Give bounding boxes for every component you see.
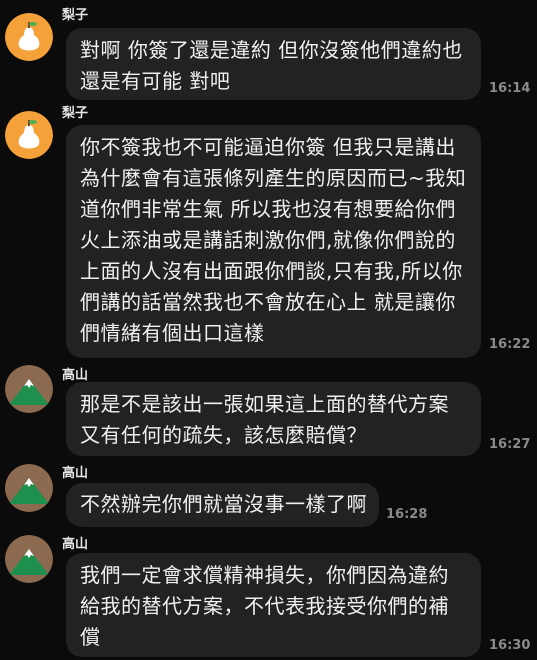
pear-avatar-icon[interactable] [5,13,53,61]
message-text: 又有任何的疏失，該怎麼賠償？ [80,423,367,447]
message-text: 道你們非常生氣 所以我也沒有想要給你們 [80,197,456,221]
message-text: 我們一定會求償精神損失，你們因為違約 [80,563,449,587]
sender-name: 梨子 [62,8,89,23]
message-text: 們情緒有個出口這樣 [80,321,265,345]
message-text: 們講的話當然我也不會放在心上 就是讓你 [80,290,456,314]
sender-name: 高山 [62,466,89,481]
message-text: 償 [80,625,101,649]
sender-name: 梨子 [62,106,89,121]
pear-avatar-icon[interactable] [5,111,53,159]
message-timestamp: 16:30 [489,638,531,653]
message-bubble[interactable]: 我們一定會求償精神損失，你們因為違約 給我的替代方案，不代表我接受你們的補 償 [66,553,481,657]
message-text: 對啊 你簽了還是違約 但你沒簽他們違約也 [80,38,463,62]
message-bubble[interactable]: 對啊 你簽了還是違約 但你沒簽他們違約也 還是有可能 對吧 [66,28,481,100]
message-timestamp: 16:28 [386,507,428,522]
mountain-avatar-icon[interactable] [5,535,53,583]
mountain-avatar-icon[interactable] [5,464,53,512]
message-text: 不然辦完你們就當沒事一樣了啊 [80,492,367,516]
message-text: 火上添油或是講話刺激你們,就像你們說的 [80,228,456,252]
message-bubble[interactable]: 不然辦完你們就當沒事一樣了啊 [66,483,379,527]
mountain-avatar-icon[interactable] [5,365,53,413]
message-bubble[interactable]: 那是不是該出一張如果這上面的替代方案 又有任何的疏失，該怎麼賠償？ [66,382,481,456]
message-text: 上面的人沒有出面跟你們談,只有我,所以你 [80,259,463,283]
message-text: 給我的替代方案，不代表我接受你們的補 [80,594,449,618]
message-text: 那是不是該出一張如果這上面的替代方案 [80,392,449,416]
message-timestamp: 16:14 [489,81,531,96]
message-text: 你不簽我也不可能逼迫你簽 但我只是講出 [80,135,456,159]
sender-name: 高山 [62,537,89,552]
message-text: 為什麼會有這張條列產生的原因而已~我知 [80,166,467,190]
message-timestamp: 16:27 [489,437,531,452]
message-bubble[interactable]: 你不簽我也不可能逼迫你簽 但我只是講出 為什麼會有這張條列產生的原因而已~我知 … [66,125,481,358]
chat-log: 梨子 對啊 你簽了還是違約 但你沒簽他們違約也 還是有可能 對吧 16:14 梨… [0,0,537,660]
message-text: 還是有可能 對吧 [80,69,231,93]
message-timestamp: 16:22 [489,337,531,352]
